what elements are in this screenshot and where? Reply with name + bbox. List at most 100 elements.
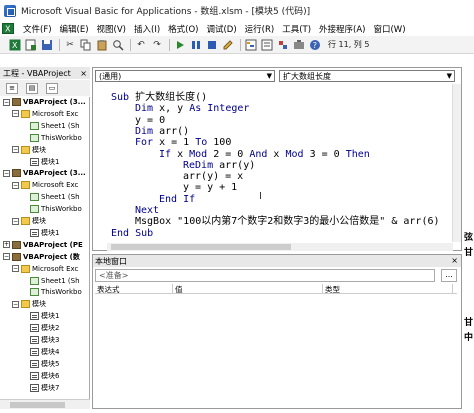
tree-item[interactable]: + VBAProject (PE: [3, 240, 83, 250]
view-object-icon[interactable]: ▤: [26, 82, 38, 94]
tree-item[interactable]: Sheet1 (Sh: [21, 192, 80, 202]
code-horizontal-scrollbar[interactable]: [107, 243, 453, 251]
properties-icon[interactable]: [260, 38, 274, 52]
column-header-expression[interactable]: 表达式: [95, 284, 173, 294]
excel-view-icon[interactable]: X: [2, 23, 14, 34]
tree-item[interactable]: Sheet1 (Sh: [21, 121, 80, 131]
tree-item[interactable]: − Microsoft Exc: [12, 109, 78, 119]
tree-item[interactable]: 模块3: [21, 335, 59, 345]
tree-item[interactable]: 模块1: [21, 228, 59, 238]
save-icon[interactable]: [40, 38, 54, 52]
code-line[interactable]: Next: [135, 205, 159, 216]
collapse-icon[interactable]: −: [12, 146, 19, 154]
tree-item[interactable]: − 模块: [12, 299, 46, 309]
tree-item[interactable]: 模块4: [21, 347, 59, 357]
redo-icon[interactable]: ↷: [150, 38, 164, 52]
menu-run[interactable]: 运行(R): [241, 23, 279, 35]
scrollbar-thumb[interactable]: [10, 402, 65, 408]
run-icon[interactable]: [173, 38, 187, 52]
copy-icon[interactable]: [79, 38, 93, 52]
design-mode-icon[interactable]: [221, 38, 235, 52]
code-line[interactable]: ReDim arr(y): [183, 160, 255, 171]
undo-icon[interactable]: ↶: [134, 38, 148, 52]
menu-addins[interactable]: 外接程序(A): [315, 23, 369, 35]
tree-item[interactable]: 模块5: [21, 359, 59, 369]
collapse-icon[interactable]: −: [12, 300, 19, 308]
tree-item[interactable]: 模块2: [21, 323, 59, 333]
menu-insert[interactable]: 插入(I): [130, 23, 164, 35]
toolbox-icon[interactable]: [292, 38, 306, 52]
object-combo[interactable]: (通用) ▼: [95, 70, 275, 82]
tree-item[interactable]: − 模块: [12, 216, 46, 226]
code-line[interactable]: y = y + 1: [183, 182, 237, 193]
menu-window[interactable]: 窗口(W): [369, 23, 409, 35]
column-header-type[interactable]: 类型: [323, 284, 453, 294]
tree-item[interactable]: − VBAProject (数: [3, 252, 80, 262]
reset-icon[interactable]: [205, 38, 219, 52]
scrollbar-thumb[interactable]: [111, 244, 291, 250]
break-icon[interactable]: [189, 38, 203, 52]
toggle-folders-icon[interactable]: ▭: [46, 82, 58, 94]
code-text: arr(y) = x: [183, 171, 244, 183]
menu-edit[interactable]: 编辑(E): [56, 23, 93, 35]
code-line[interactable]: Sub 扩大数组长度(): [111, 92, 207, 103]
tree-item[interactable]: ThisWorkbo: [21, 204, 82, 214]
expand-icon[interactable]: +: [3, 241, 10, 249]
tree-item[interactable]: − VBAProject (3...: [3, 168, 86, 178]
find-icon[interactable]: [111, 38, 125, 52]
excel-icon[interactable]: X: [8, 38, 22, 52]
collapse-icon[interactable]: −: [12, 110, 19, 118]
code-line[interactable]: End If: [159, 194, 195, 205]
menu-view[interactable]: 视图(V): [93, 23, 130, 35]
menu-format[interactable]: 格式(O): [164, 23, 202, 35]
tree-item[interactable]: − VBAProject (3...: [3, 97, 86, 107]
code-editor[interactable]: Sub 扩大数组长度() Dim x, y As Integer y = 0 Dim …: [93, 84, 453, 242]
tree-item[interactable]: ThisWorkbo: [21, 287, 82, 297]
chevron-down-icon[interactable]: ▼: [267, 72, 272, 80]
tree-item[interactable]: 模块1: [21, 311, 59, 321]
code-line[interactable]: End Sub: [111, 228, 153, 239]
tree-item-label: VBAProject (PE: [23, 240, 83, 249]
collapse-icon[interactable]: −: [3, 98, 10, 106]
module-icon: [30, 336, 39, 344]
code-line[interactable]: Dim x, y As Integer: [135, 103, 249, 114]
tree-item[interactable]: − Microsoft Exc: [12, 264, 78, 274]
project-tree-scrollbar[interactable]: [0, 399, 90, 409]
code-line[interactable]: arr(y) = x: [183, 171, 243, 182]
tree-item[interactable]: ThisWorkbo: [21, 133, 82, 143]
object-browser-icon[interactable]: [276, 38, 290, 52]
tree-item[interactable]: 模块7: [21, 383, 59, 393]
column-header-value[interactable]: 值: [173, 284, 323, 294]
procedure-combo[interactable]: 扩大数组长度 ▼: [279, 70, 455, 82]
menu-file[interactable]: 文件(F): [19, 23, 56, 35]
paste-icon[interactable]: [95, 38, 109, 52]
project-explorer-icon[interactable]: [244, 38, 258, 52]
collapse-icon[interactable]: −: [3, 169, 10, 177]
call-stack-button[interactable]: ...: [441, 269, 457, 282]
chevron-down-icon[interactable]: ▼: [447, 72, 452, 80]
cut-icon[interactable]: ✂: [63, 38, 77, 52]
collapse-icon[interactable]: −: [3, 253, 10, 261]
collapse-icon[interactable]: −: [12, 265, 19, 273]
tree-item[interactable]: − 模块: [12, 145, 46, 155]
code-line[interactable]: For x = 1 To 100: [135, 137, 231, 148]
close-icon[interactable]: ×: [451, 256, 458, 265]
view-code-icon[interactable]: ≡: [6, 82, 18, 94]
menu-debug[interactable]: 调试(D): [202, 23, 240, 35]
tree-item[interactable]: Sheet1 (Sh: [21, 276, 80, 286]
menu-tools[interactable]: 工具(T): [278, 23, 315, 35]
code-vertical-scrollbar[interactable]: [452, 84, 461, 242]
help-icon[interactable]: ?: [308, 38, 322, 52]
close-icon[interactable]: ×: [80, 69, 87, 78]
insert-module-icon[interactable]: [24, 38, 38, 52]
code-line[interactable]: Dim arr(): [135, 126, 189, 137]
code-keyword: Mod: [285, 148, 310, 160]
code-line[interactable]: MsgBox "100以内第7个数字2和数字3的最小公倍数是" & arr(6): [135, 216, 440, 227]
tree-item[interactable]: − Microsoft Exc: [12, 180, 78, 190]
code-line[interactable]: y = 0: [135, 115, 165, 126]
tree-item[interactable]: 模块6: [21, 371, 59, 381]
code-line[interactable]: If x Mod 2 = 0 And x Mod 3 = 0 Then: [159, 149, 370, 160]
tree-item[interactable]: 模块1: [21, 157, 59, 167]
collapse-icon[interactable]: −: [12, 217, 19, 225]
collapse-icon[interactable]: −: [12, 181, 19, 189]
